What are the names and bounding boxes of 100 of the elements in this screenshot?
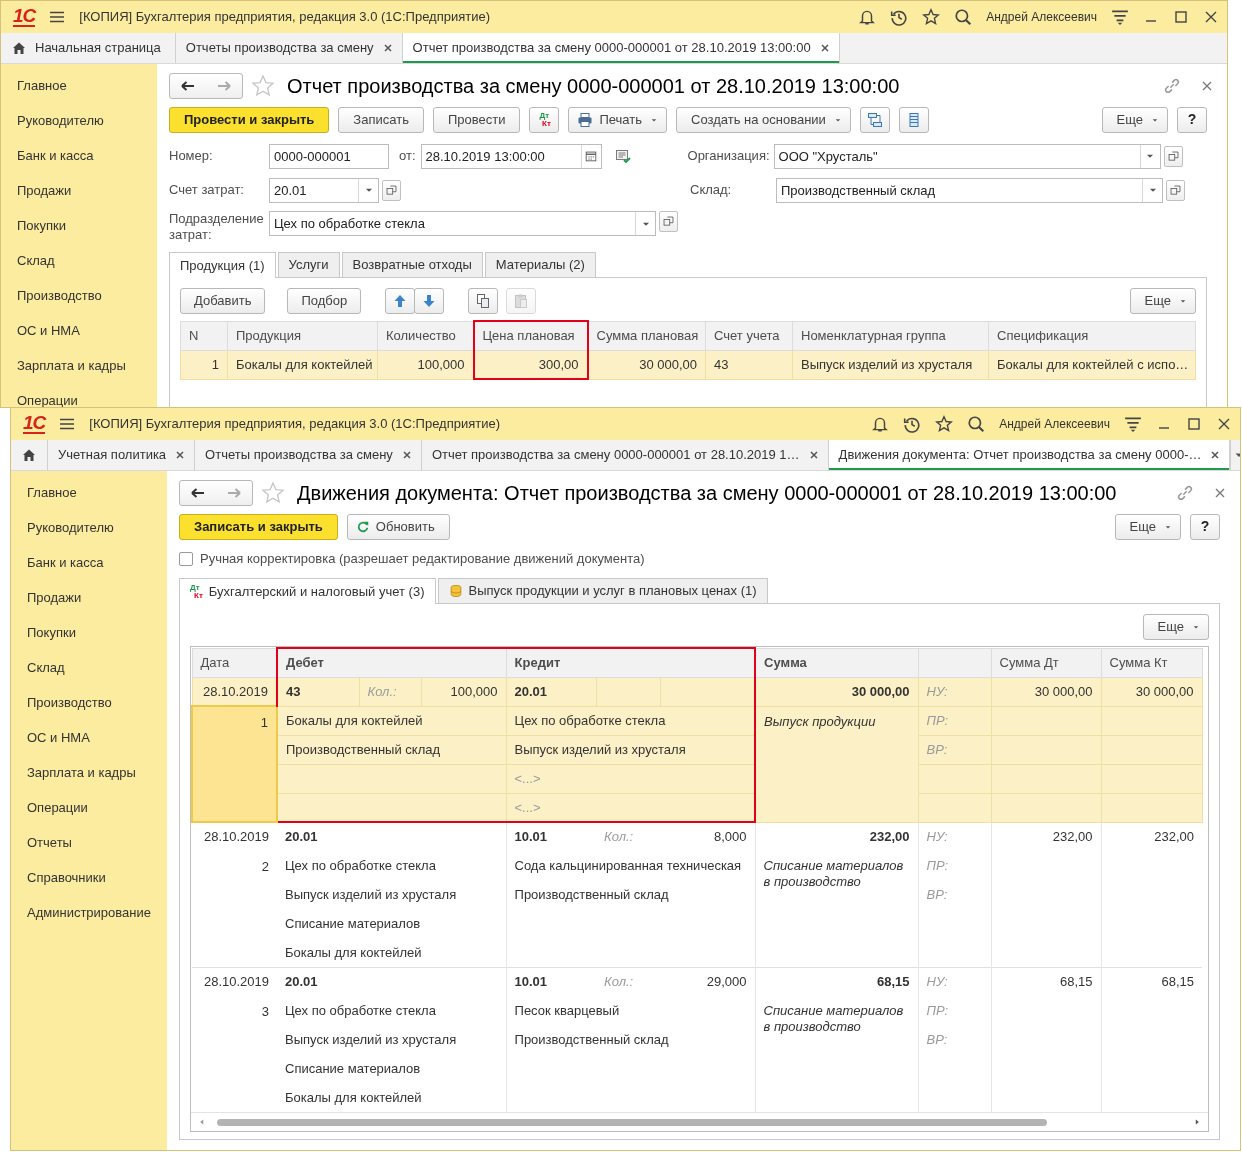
input-field[interactable]: 20.01 (270, 179, 358, 201)
menu-button[interactable]: Еще (1101, 106, 1168, 133)
history-icon[interactable] (903, 415, 922, 433)
tab[interactable]: Отчеты производства за смену (195, 440, 422, 470)
menu-icon[interactable] (59, 416, 76, 432)
combo-box[interactable]: 20.01 (269, 177, 379, 203)
column-header[interactable]: Сумма (755, 648, 919, 677)
sidebar-item[interactable]: Покупки (1, 208, 157, 243)
sidebar-item[interactable]: Покупки (11, 615, 167, 650)
sidebar-item[interactable]: Администрирование (11, 895, 167, 930)
open-button[interactable] (382, 179, 401, 201)
sidebar-item[interactable]: Зарплата и кадры (1, 348, 157, 383)
menu-lines-icon[interactable] (1124, 415, 1142, 433)
sidebar-item[interactable]: Зарплата и кадры (11, 755, 167, 790)
open-button[interactable] (1166, 179, 1185, 201)
tab[interactable]: Начальная страница (1, 33, 176, 63)
column-header[interactable]: Сумма плановая (587, 321, 706, 350)
postings-button[interactable]: Дт Кт (529, 106, 560, 133)
sidebar-item[interactable]: Производство (11, 685, 167, 720)
search-icon[interactable] (967, 415, 986, 433)
structure-button[interactable] (859, 106, 890, 133)
user-name[interactable]: Андрей Алексеевич (999, 415, 1110, 433)
down-button[interactable] (414, 288, 445, 314)
column-header[interactable]: Кредит (506, 648, 756, 677)
sidebar-item[interactable]: Справочники (11, 860, 167, 895)
combo-box[interactable]: Производственный склад (776, 177, 1163, 203)
button[interactable]: Подбор (287, 288, 362, 314)
menu-button[interactable]: Еще (1129, 288, 1196, 314)
sidebar-item[interactable]: Производство (1, 278, 157, 313)
maximize-icon[interactable] (1186, 416, 1202, 432)
history-icon[interactable] (890, 8, 909, 26)
list-button[interactable] (898, 106, 929, 133)
input-field[interactable]: 0000-000001 (270, 145, 388, 167)
close-icon[interactable] (1209, 449, 1222, 461)
input-field[interactable]: ООО "Хрусталь" (774, 145, 1140, 167)
sidebar-item[interactable]: Банк и касса (1, 138, 157, 173)
column-header[interactable]: Сумма Кт (1101, 648, 1203, 677)
combo-box[interactable]: 28.10.2019 13:00:00 (420, 143, 602, 169)
checkbox[interactable] (179, 552, 193, 566)
sidebar-item[interactable]: Склад (11, 650, 167, 685)
close-icon[interactable] (1216, 416, 1232, 432)
combo-box[interactable]: ООО "Хрусталь" (773, 143, 1161, 169)
sidebar-item[interactable]: Главное (11, 475, 167, 510)
sidebar-item[interactable]: Руководителю (1, 103, 157, 138)
sidebar-item[interactable]: Продажи (11, 580, 167, 615)
column-header[interactable]: Дебет (277, 648, 507, 677)
sidebar-item[interactable]: Главное (1, 68, 157, 103)
copy-button[interactable] (468, 288, 499, 314)
sidebar-item[interactable]: Банк и касса (11, 545, 167, 580)
close-icon[interactable] (807, 449, 820, 461)
column-header[interactable]: Дата (192, 648, 277, 677)
tab[interactable]: Движения документа: Отчет производства за смену 0000-… (828, 440, 1231, 470)
input-field[interactable]: Производственный склад (777, 179, 1142, 201)
tab[interactable]: Отчеты производства за смену (175, 33, 403, 63)
menu-button[interactable]: Еще (1114, 513, 1181, 540)
favorite-star-icon[interactable] (261, 481, 285, 505)
bell-icon[interactable] (858, 8, 877, 26)
date-field[interactable]: 28.10.2019 13:00:00 (421, 145, 581, 167)
tab[interactable]: Учетная политика (48, 440, 196, 470)
button[interactable]: Добавить (180, 288, 266, 314)
star-icon[interactable] (922, 8, 941, 26)
sidebar-item[interactable]: Склад (1, 243, 157, 278)
tab[interactable]: Продукция (1) (169, 252, 276, 278)
star-icon[interactable] (935, 415, 954, 433)
refresh-button[interactable]: Обновить (346, 513, 450, 540)
column-header[interactable]: Количество (377, 321, 474, 350)
column-header[interactable]: Продукция (227, 321, 378, 350)
open-button[interactable] (659, 211, 678, 232)
up-button[interactable] (385, 288, 416, 314)
primary-button[interactable]: Записать и закрыть (179, 513, 338, 540)
sidebar-item[interactable]: Операции (11, 790, 167, 825)
close-icon[interactable] (818, 42, 831, 54)
close-icon[interactable] (381, 42, 394, 54)
bell-icon[interactable] (871, 415, 890, 433)
search-icon[interactable] (954, 8, 973, 26)
tab[interactable]: Материалы (2) (484, 252, 596, 277)
help-button[interactable]: ? (1190, 513, 1220, 540)
close-icon[interactable] (400, 449, 413, 461)
tab[interactable]: Выпуск продукции и услуг в плановых ценах (1) (437, 578, 768, 603)
close-icon[interactable] (174, 449, 187, 461)
menu-button[interactable]: Еще (1142, 614, 1209, 640)
button[interactable]: Провести (432, 106, 521, 133)
sidebar-item[interactable]: Отчеты (11, 825, 167, 860)
tab[interactable]: Возвратные отходы (341, 252, 483, 277)
menu-icon[interactable] (49, 9, 66, 25)
sidebar-item[interactable]: ОС и НМА (11, 720, 167, 755)
sidebar-item[interactable]: ОС и НМА (1, 313, 157, 348)
close-icon[interactable] (1203, 9, 1219, 25)
tab[interactable]: Отчет производства за смену 0000-000001 от 28.10.2019 1… (421, 440, 829, 470)
favorite-star-icon[interactable] (251, 74, 275, 98)
sidebar-item[interactable]: Продажи (1, 173, 157, 208)
link-icon[interactable] (1163, 77, 1181, 95)
column-header[interactable]: N (180, 321, 228, 350)
column-header[interactable]: Номенклатурная группа (792, 321, 989, 350)
column-header[interactable]: Сумма Дт (991, 648, 1102, 677)
column-header[interactable]: Спецификация (988, 321, 1196, 350)
menu-button[interactable]: Создать на основании (676, 106, 851, 133)
tab[interactable]: Услуги (277, 252, 340, 277)
sidebar-item[interactable]: Операции (1, 383, 157, 407)
link-icon[interactable] (1176, 484, 1194, 502)
